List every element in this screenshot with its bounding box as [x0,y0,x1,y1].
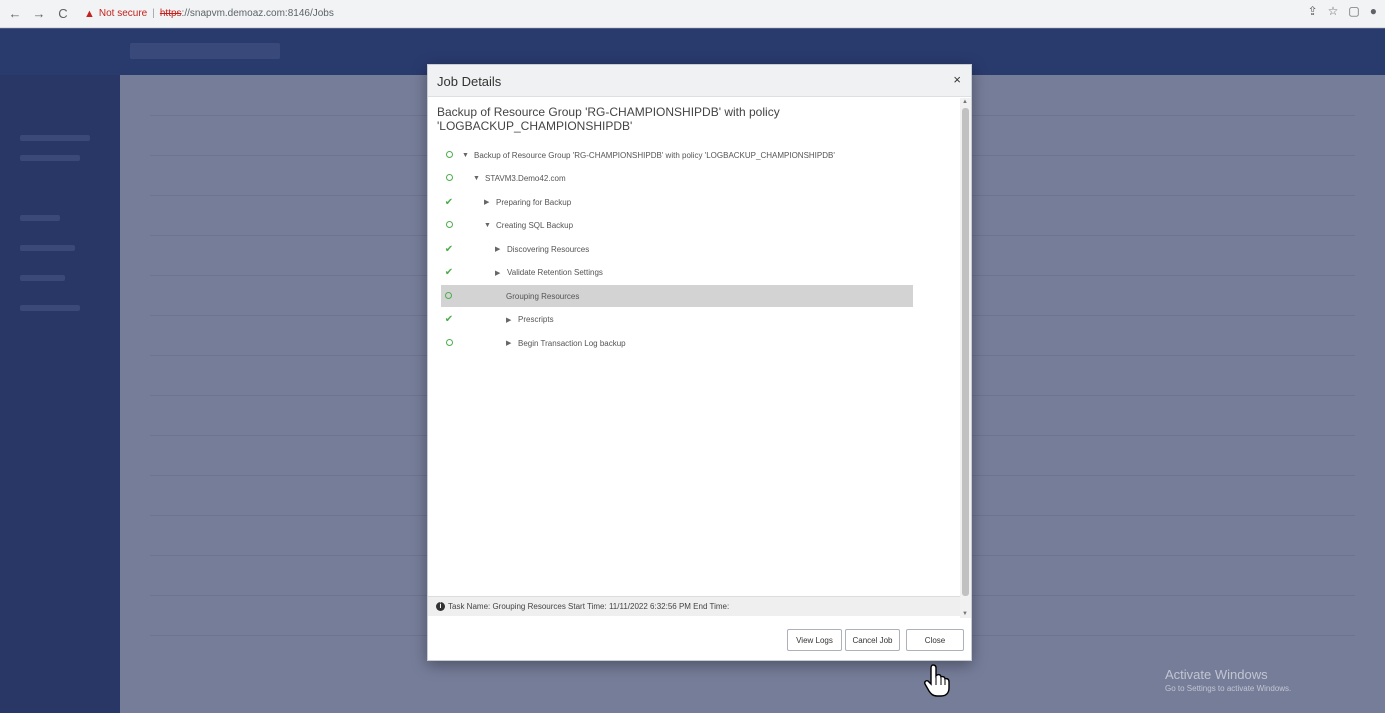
job-title: Backup of Resource Group 'RG-CHAMPIONSHI… [437,105,780,133]
url-text: ://snapvm.demoaz.com:8146/Jobs [181,8,334,19]
close-button[interactable]: Close [906,629,964,651]
caret-down-icon[interactable]: ▼ [484,222,491,229]
window-icon[interactable]: ▢ [1348,4,1359,18]
reload-icon[interactable]: C [54,5,72,23]
tree-row[interactable]: Grouping Resources [441,285,913,307]
caret-right-icon[interactable]: ▶ [484,198,491,206]
tree-row[interactable]: ▼ Backup of Resource Group 'RG-CHAMPIONSH… [442,144,914,166]
warning-icon: ▲ [84,7,95,20]
tree-item-label: Prescripts [518,315,554,324]
hand-cursor-icon [924,664,950,697]
running-status-icon [442,220,456,231]
watermark-subtitle: Go to Settings to activate Windows. [1165,684,1292,693]
caret-right-icon[interactable]: ▶ [495,245,502,253]
caret-down-icon[interactable]: ▼ [473,175,480,182]
tree-row[interactable]: ▼ STAVM3.Demo42.com [442,168,914,190]
check-icon: ✔ [444,196,454,208]
scroll-down-icon[interactable]: ▼ [962,611,968,617]
tree-item-label: Backup of Resource Group 'RG-CHAMPIONSHI… [474,150,835,160]
tree-item-label: Discovering Resources [507,244,590,254]
task-info-bar: i Task Name: Grouping Resources Start Ti… [428,596,960,616]
tree-row[interactable]: ✔ ▶ Discovering Resources [442,238,914,260]
tree-item-label: Validate Retention Settings [507,268,603,277]
tree-item-label: Creating SQL Backup [496,221,574,230]
dialog-content: Backup of Resource Group 'RG-CHAMPIONSHI… [428,98,960,596]
forward-icon[interactable]: → [30,5,48,23]
back-icon[interactable]: ← [6,5,24,23]
profile-icon[interactable]: ● [1370,4,1377,18]
close-icon[interactable]: × [953,72,961,87]
browser-toolbar: ← → C ▲ Not secure | https ://snapvm.dem… [0,0,1385,28]
tree-row[interactable]: ✔ ▶ Preparing for Backup [442,191,914,213]
star-icon[interactable]: ☆ [1328,4,1339,18]
dialog-header: Job Details × [428,65,971,97]
dialog-scrollbar[interactable]: ▲ ▼ [960,98,971,618]
tree-row[interactable]: ▼ Creating SQL Backup [442,215,914,237]
caret-right-icon[interactable]: ▶ [506,316,513,324]
caret-right-icon[interactable]: ▶ [506,339,513,347]
view-logs-button[interactable]: View Logs [787,629,842,651]
running-status-icon [442,150,456,161]
not-secure-label[interactable]: Not secure [99,8,147,19]
tree-item-label: STAVM3.Demo42.com [485,174,566,183]
cancel-job-button[interactable]: Cancel Job [845,629,900,651]
tree-item-label: Begin Transaction Log backup [518,338,626,348]
running-status-icon [441,291,455,302]
task-info-text: Task Name: Grouping Resources Start Time… [448,602,730,611]
check-icon: ✔ [444,267,454,278]
check-icon: ✔ [444,243,454,255]
share-icon[interactable]: ⇪ [1308,4,1318,18]
caret-down-icon[interactable]: ▼ [462,152,469,159]
address-bar[interactable]: ▲ Not secure | https ://snapvm.demoaz.co… [84,4,334,24]
scroll-up-icon[interactable]: ▲ [962,99,968,105]
tree-item-label: Grouping Resources [506,291,580,301]
caret-right-icon[interactable]: ▶ [495,269,502,277]
dialog-title: Job Details [437,74,502,89]
tree-row[interactable]: ✔ ▶ Validate Retention Settings [442,262,914,284]
tree-row[interactable]: ▶ Begin Transaction Log backup [442,332,914,354]
url-scheme: https [159,8,182,19]
watermark-title: Activate Windows [1165,667,1268,682]
scroll-thumb[interactable] [962,108,969,596]
info-icon: i [436,602,445,611]
running-status-icon [442,173,456,184]
check-icon: ✔ [444,314,454,325]
tree-row[interactable]: ✔ ▶ Prescripts [442,309,914,331]
job-details-dialog: Job Details × Backup of Resource Group '… [427,64,972,661]
tree-item-label: Preparing for Backup [496,197,572,207]
address-separator: | [152,8,155,19]
running-status-icon [442,338,456,349]
windows-watermark: Activate Windows Go to Settings to activ… [1165,667,1291,693]
